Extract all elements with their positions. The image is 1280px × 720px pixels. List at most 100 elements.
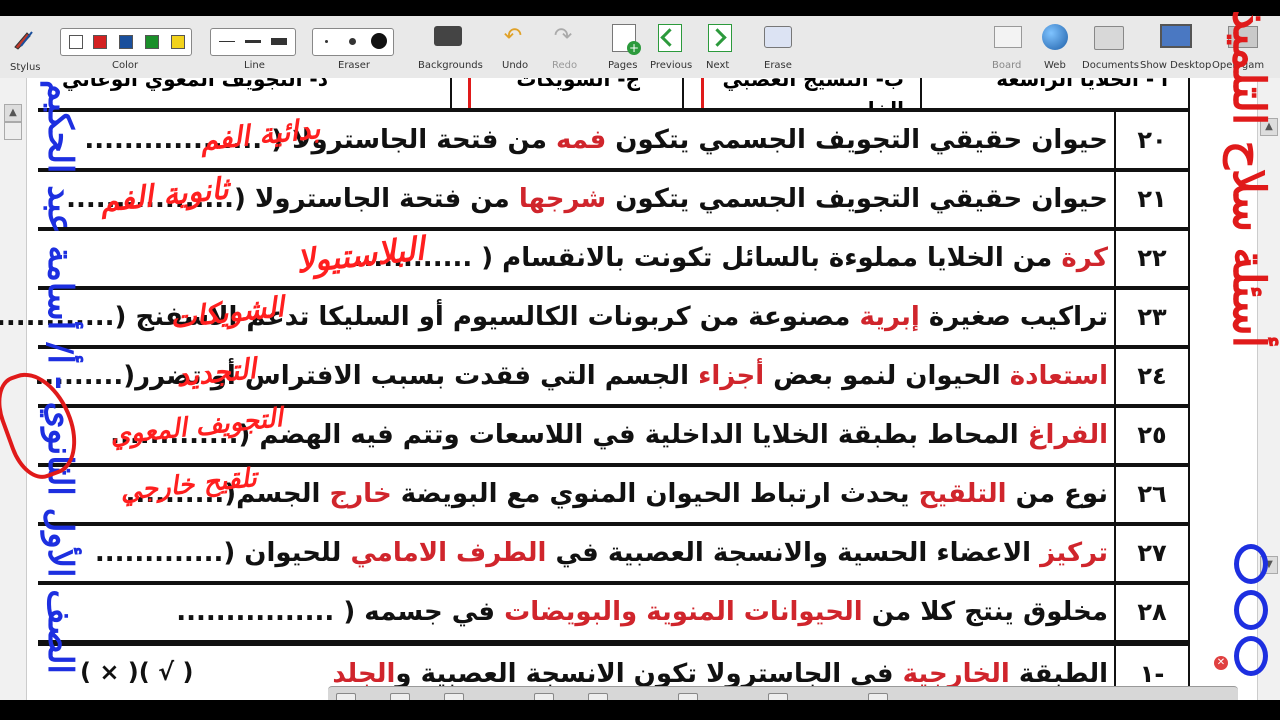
row-number: ٢٦	[1114, 466, 1190, 522]
undo-label: Undo	[502, 60, 529, 71]
monitor-icon	[1160, 24, 1192, 48]
keyword-highlight: الجلد	[332, 659, 396, 689]
eraser-medium[interactable]	[349, 38, 356, 45]
keyword-highlight: الحيوانات المنوية والبويضات	[504, 597, 863, 627]
board-label: Board	[992, 60, 1022, 71]
left-handwritten-note: الصف الأول الثانوي - أ/ أسامة عبد الحكيم	[40, 80, 80, 674]
erase-button[interactable]: Erase	[758, 16, 798, 78]
previous-button[interactable]: Previous	[650, 16, 693, 78]
color-red[interactable]	[93, 35, 107, 49]
question-fragment: من الخلايا مملوءة بالسائل تكونت بالانقسا…	[353, 243, 1062, 273]
keyword-highlight: التلقيح	[918, 479, 1007, 509]
line-thick[interactable]	[271, 38, 287, 45]
show-desktop-label: Show Desktop	[1140, 60, 1212, 71]
board-icon	[994, 26, 1022, 48]
options-row: أ - الخلايا الراسعة ب- النسيج العصبي الخ…	[38, 78, 1190, 112]
question-text: مخلوق ينتج كلا من الحيوانات المنوية والب…	[176, 592, 1108, 632]
line-box	[210, 28, 296, 56]
keyword-highlight: خارج	[329, 479, 392, 509]
smartboard-app: Stylus Color Line Eraser Backgrounds ↶ U…	[0, 0, 1280, 720]
question-fragment: للحيوان (.............	[94, 538, 351, 568]
eraser-box	[312, 28, 394, 56]
eraser-small[interactable]	[325, 40, 328, 43]
question-fragment: الحيوان لنمو بعض	[764, 361, 1010, 391]
redo-label: Redo	[552, 60, 578, 71]
row-number: ٢٠	[1114, 112, 1190, 168]
question-fragment: حيوان حقيقي التجويف الجسمي يتكون	[606, 184, 1108, 214]
keyword-highlight: تركيز	[1040, 538, 1108, 568]
bottom-black-band	[0, 700, 1280, 720]
redo-button[interactable]: ↷ Redo	[546, 16, 582, 78]
right-blue-marks	[1228, 540, 1280, 680]
line-medium[interactable]	[245, 40, 261, 43]
previous-page-icon	[658, 24, 682, 52]
web-button[interactable]: Web	[1036, 16, 1076, 78]
next-page-icon	[708, 24, 732, 52]
undo-icon: ↶	[503, 24, 523, 49]
keyword-highlight: فمه	[556, 125, 607, 155]
scroll-up-icon[interactable]: ▲	[4, 104, 22, 122]
keyword-highlight: كرة	[1061, 243, 1108, 273]
right-note-text: أسئلة سلاح التلميذ	[1223, 10, 1274, 348]
close-float-icon[interactable]: ✕	[1214, 656, 1228, 670]
color-swatch-box	[60, 28, 192, 56]
documents-label: Documents	[1082, 60, 1140, 71]
main-toolbar: Stylus Color Line Eraser Backgrounds ↶ U…	[0, 16, 1280, 79]
previous-label: Previous	[650, 60, 693, 71]
keyword-highlight: شرجها	[518, 184, 607, 214]
question-text: تركيز الاعضاء الحسية والانسجة العصبية في…	[95, 533, 1108, 573]
question-fragment: الجسم التي فقدت بسبب الافتراس أو تضرر(..…	[34, 361, 699, 391]
line-thin[interactable]	[219, 41, 235, 42]
color-picker[interactable]: Color	[60, 20, 192, 76]
pages-button[interactable]: + Pages	[604, 16, 644, 78]
color-white[interactable]	[69, 35, 83, 49]
pages-label: Pages	[608, 60, 638, 71]
question-fragment: الطبقة	[1009, 659, 1108, 689]
documents-button[interactable]: Documents	[1080, 16, 1140, 78]
row-number: ٢٣	[1114, 289, 1190, 345]
color-blue[interactable]	[119, 35, 133, 49]
keyboard-icon	[434, 26, 462, 46]
question-fragment: تراكيب صغيرة	[919, 302, 1108, 332]
row-number: ٢٥	[1114, 407, 1190, 463]
question-fragment: يحدث ارتباط الحيوان المنوي مع البويضة	[391, 479, 919, 509]
line-label: Line	[244, 60, 265, 71]
pen-icon	[12, 28, 34, 50]
backgrounds-button[interactable]: Backgrounds	[414, 16, 483, 78]
question-fragment: حيوان حقيقي التجويف الجسمي يتكون	[606, 125, 1108, 155]
row-number: ٢٢	[1114, 230, 1190, 286]
globe-icon	[1042, 24, 1068, 50]
question-fragment: مصنوعة من كربونات الكالسيوم أو السليكا ت…	[0, 302, 860, 332]
page-thumb-icon[interactable]	[4, 122, 22, 140]
folder-icon	[1094, 26, 1124, 50]
stylus-tool[interactable]: Stylus	[6, 18, 42, 76]
eraser-large[interactable]	[371, 33, 387, 49]
board-button[interactable]: Board	[988, 16, 1028, 78]
color-green[interactable]	[145, 35, 159, 49]
line-width-picker[interactable]: Line	[210, 20, 298, 76]
eraser-size-picker[interactable]: Eraser	[312, 20, 396, 76]
stylus-label: Stylus	[10, 62, 41, 73]
next-button[interactable]: Next	[700, 16, 740, 78]
keyword-highlight: استعادة	[1009, 361, 1108, 391]
question-fragment: نوع من	[1006, 479, 1108, 509]
table-row: ٢٨ مخلوق ينتج كلا من الحيوانات المنوية وا…	[38, 584, 1190, 644]
row-number: ٢٤	[1114, 348, 1190, 404]
backgrounds-label: Backgrounds	[418, 60, 483, 71]
show-desktop-button[interactable]: Show Desktop	[1140, 16, 1212, 78]
row-number: ٢٨	[1114, 584, 1190, 640]
undo-button[interactable]: ↶ Undo	[496, 16, 532, 78]
keyword-highlight: إبرية	[859, 302, 920, 332]
keyword-highlight: الطرف الامامي	[350, 538, 547, 568]
table-row: ٢٢ كرة من الخلايا مملوءة بالسائل تكونت با…	[38, 230, 1190, 290]
color-yellow[interactable]	[171, 35, 185, 49]
erase-icon	[764, 26, 792, 48]
question-text: تراكيب صغيرة إبرية مصنوعة من كربونات الك…	[0, 297, 1108, 337]
redo-icon: ↷	[553, 24, 573, 49]
question-fragment: في جسمه ( ................	[176, 597, 505, 627]
question-fragment: الاعضاء الحسية والانسجة العصبية في	[546, 538, 1041, 568]
right-handwritten-note: أسئلة سلاح التلميذ	[1223, 10, 1274, 510]
option-c-circle	[468, 78, 704, 108]
question-text: كرة من الخلايا مملوءة بالسائل تكونت بالا…	[354, 238, 1108, 278]
true-false-choices[interactable]: ( × )( √ )	[80, 658, 193, 686]
